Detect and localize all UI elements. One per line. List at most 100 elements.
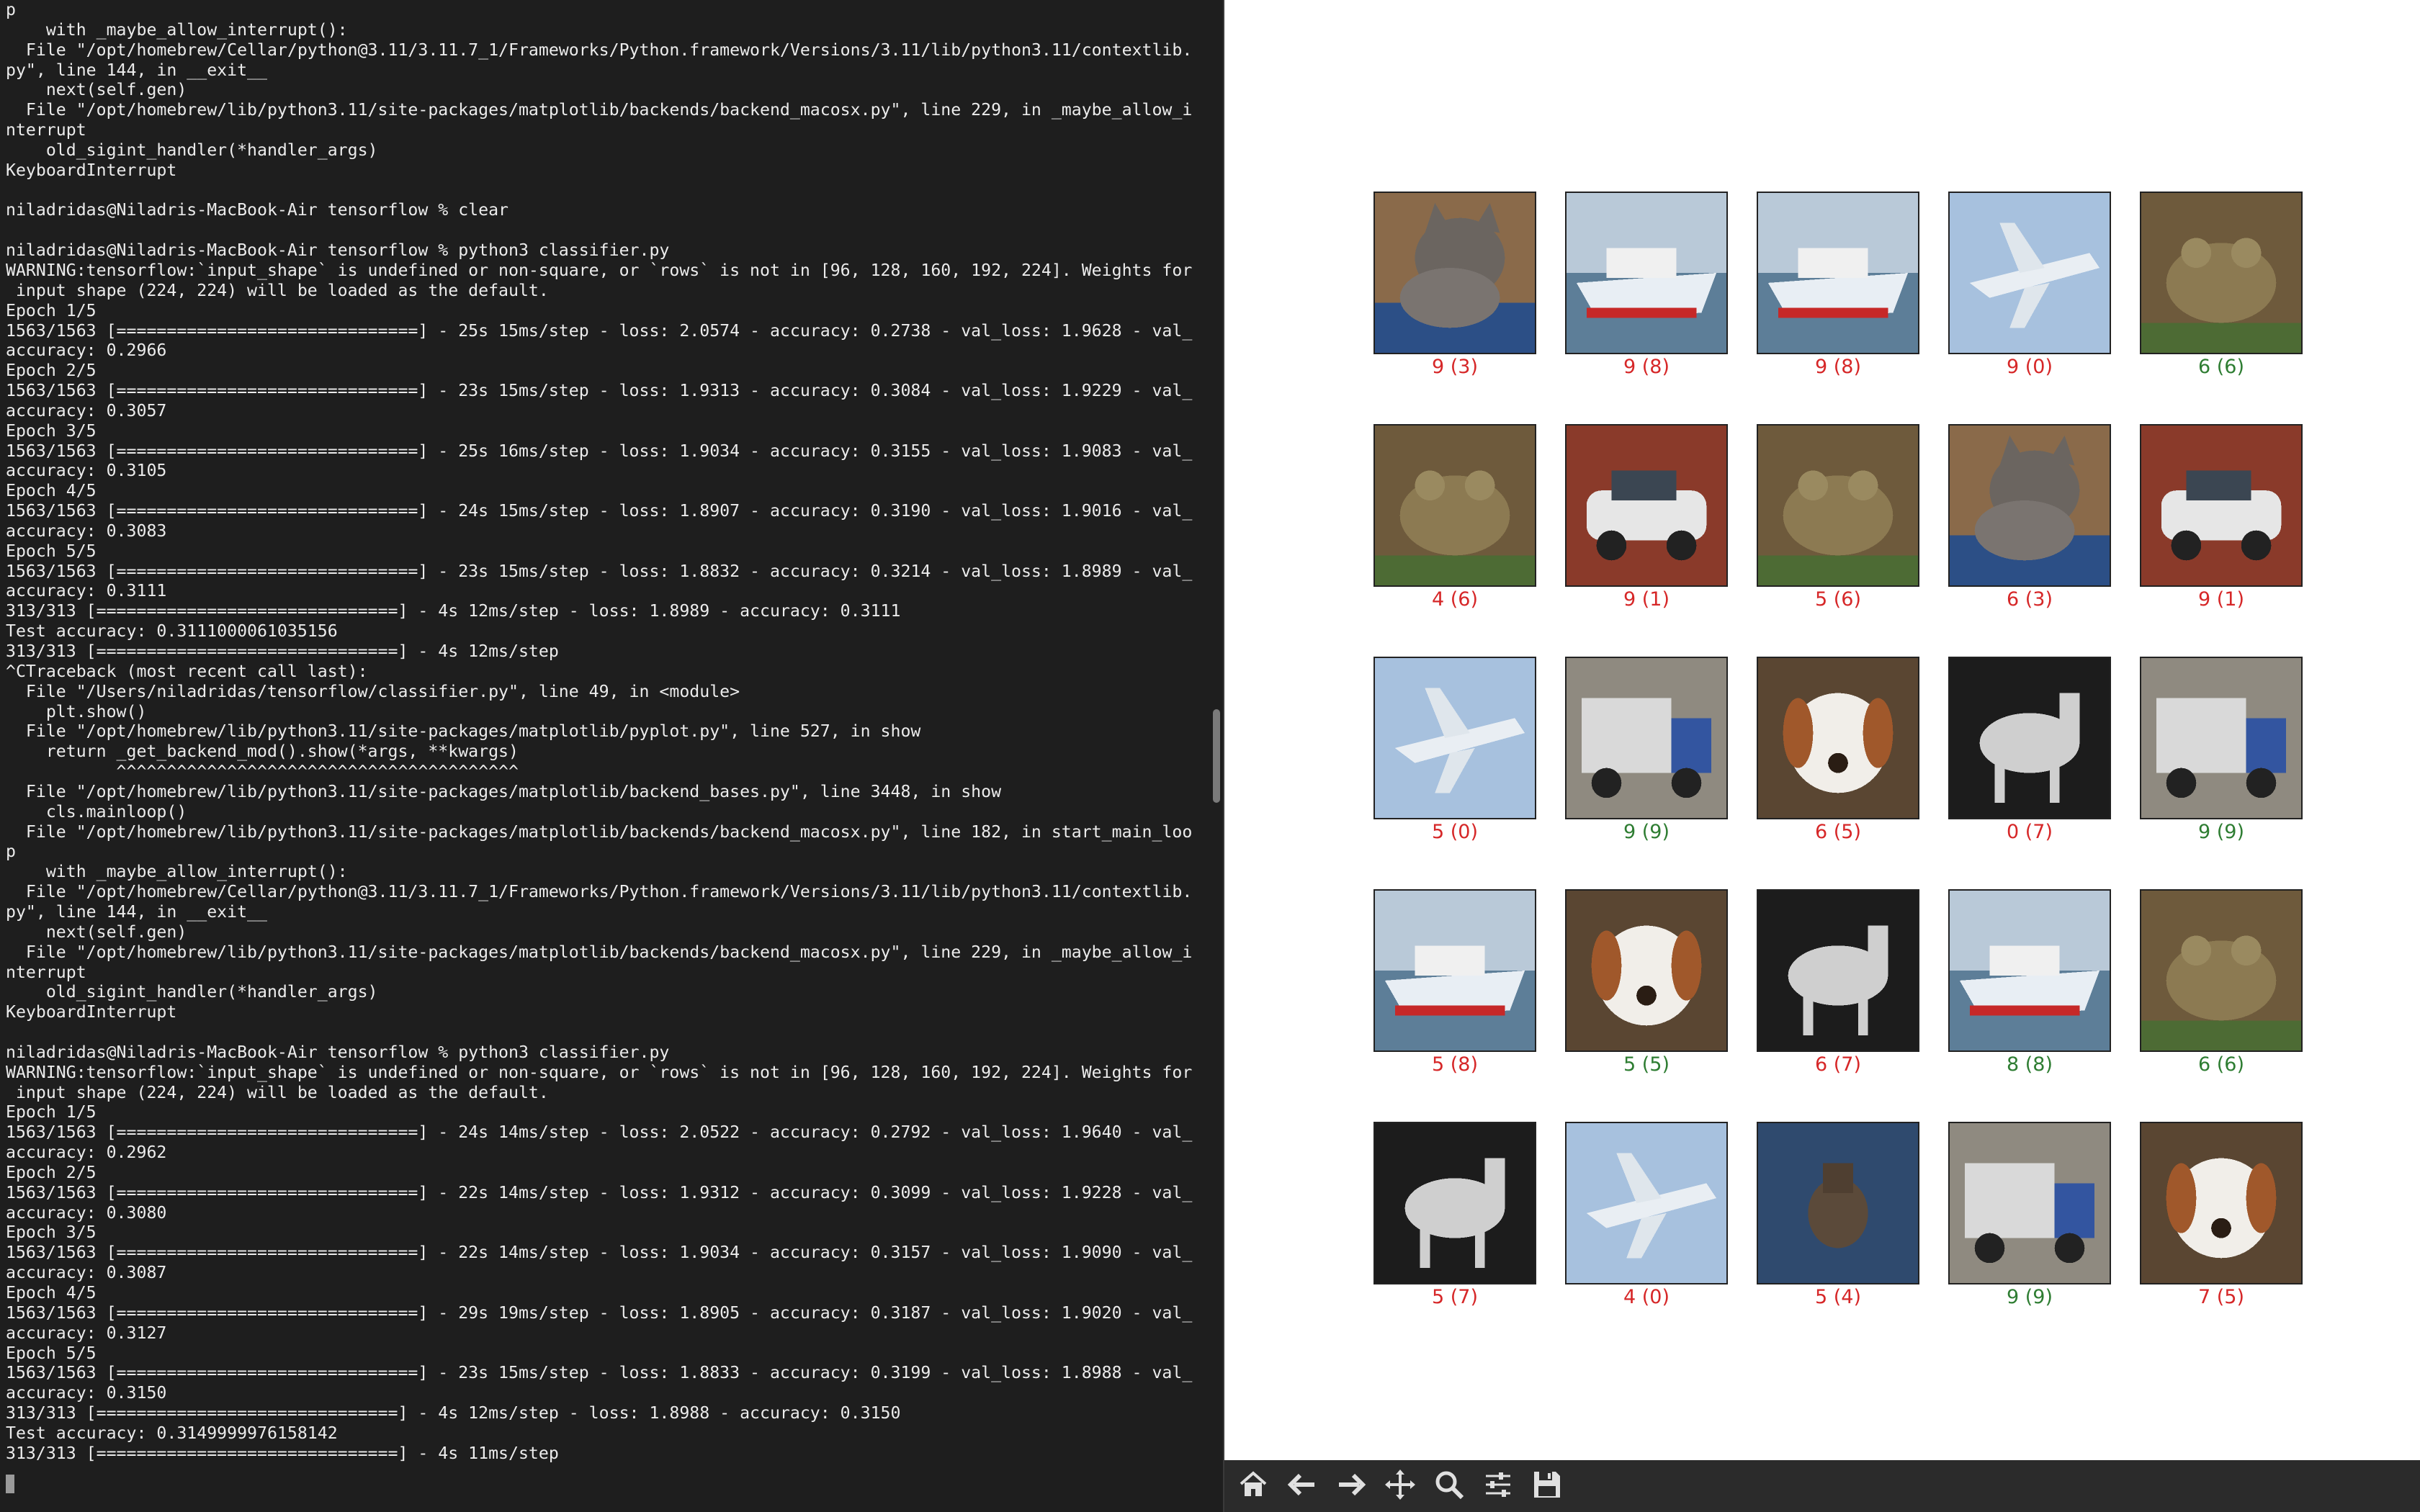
prediction-cell: 9 (9) <box>1948 1122 2111 1308</box>
configure-subplots-button[interactable] <box>1476 1464 1520 1508</box>
terminal-line: 1563/1563 [=============================… <box>6 1122 1193 1143</box>
terminal-line: accuracy: 0.3105 <box>6 461 167 481</box>
terminal-line: return _get_backend_mod().show(*args, **… <box>6 742 519 762</box>
prediction-label: 5 (6) <box>1814 588 1861 611</box>
prediction-label: 9 (9) <box>1623 821 1670 843</box>
sample-image <box>1565 424 1728 587</box>
terminal-line: Test accuracy: 0.3149999976158142 <box>6 1423 338 1443</box>
terminal-line: niladridas@Niladris-MacBook-Air tensorfl… <box>6 1042 670 1062</box>
terminal-window[interactable]: p with _maybe_allow_interrupt(): File "/… <box>0 0 1223 1512</box>
prediction-label: 6 (7) <box>1814 1053 1861 1076</box>
terminal-line: ^^^^^^^^^^^^^^^^^^^^^^^^^^^^^^^^^^^^^^^^ <box>6 762 519 782</box>
sample-image <box>1373 192 1536 354</box>
forward-button[interactable] <box>1330 1464 1373 1508</box>
prediction-label: 6 (5) <box>1814 821 1861 843</box>
prediction-cell: 9 (9) <box>2140 657 2303 843</box>
home-button[interactable] <box>1232 1464 1275 1508</box>
prediction-cell: 9 (3) <box>1373 192 1536 378</box>
magnifier-icon <box>1433 1468 1466 1505</box>
prediction-label: 5 (0) <box>1431 821 1478 843</box>
sample-image <box>1948 424 2111 587</box>
terminal-line: with _maybe_allow_interrupt(): <box>6 862 348 882</box>
back-button[interactable] <box>1281 1464 1324 1508</box>
sliders-icon <box>1482 1468 1515 1505</box>
terminal-line: Epoch 2/5 <box>6 1162 97 1182</box>
floppy-disk-icon <box>1531 1468 1564 1505</box>
arrow-right-icon <box>1335 1468 1368 1505</box>
sample-image <box>1757 1122 1919 1284</box>
zoom-button[interactable] <box>1428 1464 1471 1508</box>
prediction-cell: 5 (6) <box>1757 424 1919 611</box>
prediction-cell: 0 (7) <box>1948 657 2111 843</box>
move-icon <box>1384 1468 1417 1505</box>
prediction-label: 5 (5) <box>1623 1053 1670 1076</box>
terminal-line: niladridas@Niladris-MacBook-Air tensorfl… <box>6 200 509 220</box>
prediction-cell: 6 (7) <box>1757 889 1919 1076</box>
terminal-scrollbar[interactable] <box>1213 709 1220 803</box>
prediction-cell: 9 (1) <box>2140 424 2303 611</box>
sample-image <box>1565 1122 1728 1284</box>
terminal-line: File "/Users/niladridas/tensorflow/class… <box>6 681 740 701</box>
terminal-line: Epoch 4/5 <box>6 481 97 501</box>
sample-image <box>2140 889 2303 1052</box>
prediction-label: 4 (0) <box>1623 1286 1670 1308</box>
sample-image <box>2140 424 2303 587</box>
terminal-line: KeyboardInterrupt <box>6 160 177 180</box>
terminal-line: plt.show() <box>6 701 147 721</box>
terminal-line: Epoch 1/5 <box>6 300 97 320</box>
terminal-line: niladridas@Niladris-MacBook-Air tensorfl… <box>6 240 670 261</box>
terminal-cursor <box>6 1475 14 1493</box>
sample-image <box>1373 657 1536 819</box>
terminal-line: Epoch 3/5 <box>6 1223 97 1243</box>
figure-canvas: 9 (3) 9 (8) 9 (8) 9 (0) 6 (6) 4 (6) 9 (1) 5 (6)… <box>1224 0 2420 1460</box>
prediction-cell: 5 (4) <box>1757 1122 1919 1308</box>
sample-image <box>1948 657 2111 819</box>
terminal-line: File "/opt/homebrew/Cellar/python@3.11/3… <box>6 40 1193 60</box>
terminal-line: 313/313 [==============================]… <box>6 642 559 661</box>
terminal-line: accuracy: 0.2962 <box>6 1143 167 1163</box>
prediction-cell: 5 (7) <box>1373 1122 1536 1308</box>
prediction-label: 6 (6) <box>2197 1053 2244 1076</box>
prediction-cell: 8 (8) <box>1948 889 2111 1076</box>
terminal-line: accuracy: 0.3150 <box>6 1383 167 1403</box>
prediction-label: 5 (7) <box>1431 1286 1478 1308</box>
terminal-line: File "/opt/homebrew/lib/python3.11/site-… <box>6 100 1193 120</box>
terminal-line: 313/313 [==============================]… <box>6 1443 559 1463</box>
sample-image <box>1757 657 1919 819</box>
terminal-line: accuracy: 0.3111 <box>6 581 167 601</box>
prediction-cell: 6 (6) <box>2140 889 2303 1076</box>
prediction-label: 0 (7) <box>2006 821 2053 843</box>
prediction-label: 9 (8) <box>1814 356 1861 378</box>
prediction-label: 5 (8) <box>1431 1053 1478 1076</box>
terminal-line: File "/opt/homebrew/lib/python3.11/site-… <box>6 942 1193 962</box>
terminal-line: accuracy: 0.3057 <box>6 400 167 420</box>
pan-button[interactable] <box>1379 1464 1422 1508</box>
terminal-line: cls.mainloop() <box>6 801 187 822</box>
save-button[interactable] <box>1525 1464 1569 1508</box>
terminal-line: Epoch 1/5 <box>6 1102 97 1122</box>
terminal-line: WARNING:tensorflow:`input_shape` is unde… <box>6 1062 1193 1082</box>
home-icon <box>1237 1468 1270 1505</box>
terminal-line: Epoch 4/5 <box>6 1283 97 1302</box>
terminal-line: File "/opt/homebrew/lib/python3.11/site-… <box>6 721 921 742</box>
prediction-label: 7 (5) <box>2197 1286 2244 1308</box>
terminal-line: 1563/1563 [=============================… <box>6 1363 1193 1383</box>
terminal-line: Epoch 2/5 <box>6 361 97 381</box>
prediction-label: 9 (1) <box>2197 588 2244 611</box>
terminal-line: accuracy: 0.3087 <box>6 1263 167 1283</box>
terminal-line: old_sigint_handler(*handler_args) <box>6 982 378 1002</box>
prediction-cell: 6 (5) <box>1757 657 1919 843</box>
prediction-label: 6 (3) <box>2006 588 2053 611</box>
terminal-line: accuracy: 0.2966 <box>6 341 167 361</box>
terminal-line: p <box>6 0 16 19</box>
terminal-line: WARNING:tensorflow:`input_shape` is unde… <box>6 260 1193 280</box>
terminal-line: accuracy: 0.3080 <box>6 1202 167 1223</box>
terminal-line: accuracy: 0.3127 <box>6 1323 167 1343</box>
prediction-cell: 9 (0) <box>1948 192 2111 378</box>
prediction-label: 4 (6) <box>1431 588 1478 611</box>
sample-image <box>1373 889 1536 1052</box>
sample-image <box>2140 657 2303 819</box>
prediction-label: 6 (6) <box>2197 356 2244 378</box>
